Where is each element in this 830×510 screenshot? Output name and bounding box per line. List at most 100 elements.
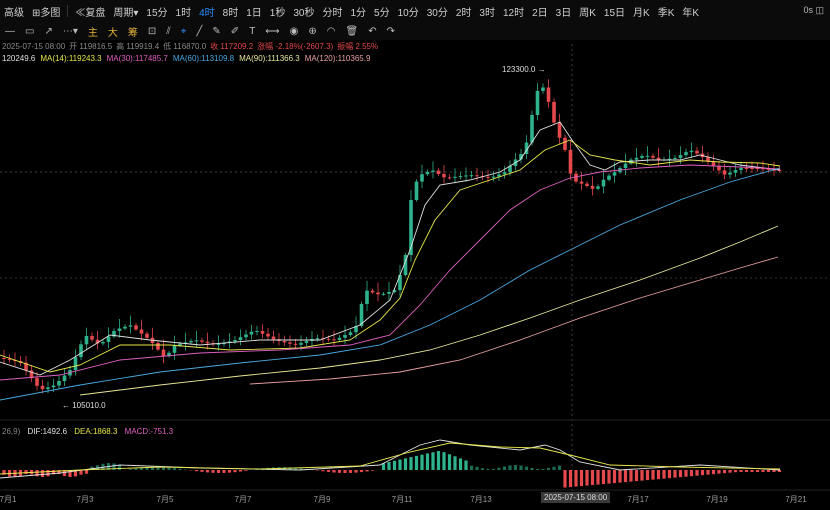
candle-body bbox=[530, 115, 534, 143]
candle-body bbox=[266, 333, 270, 337]
candle-body bbox=[244, 334, 248, 338]
candle-body bbox=[717, 166, 721, 171]
candle-body bbox=[40, 385, 45, 390]
candle-body bbox=[491, 176, 496, 178]
macd-bar bbox=[200, 470, 204, 472]
candle-body bbox=[189, 341, 193, 343]
macd-bar bbox=[513, 465, 518, 470]
macd-bar bbox=[755, 470, 760, 472]
macd-bar bbox=[68, 470, 72, 477]
x-tick-label: 7月11 bbox=[391, 495, 413, 504]
macd-bar bbox=[706, 470, 710, 475]
candle-body bbox=[348, 332, 353, 335]
macd-bar bbox=[607, 470, 611, 484]
macd-bar bbox=[689, 470, 694, 477]
candle-body bbox=[431, 170, 435, 172]
macd-bar bbox=[508, 465, 512, 470]
macd-bar bbox=[579, 470, 584, 487]
ma14-line bbox=[0, 139, 781, 373]
macd-bar bbox=[684, 470, 688, 477]
macd-bar bbox=[387, 462, 391, 470]
macd-bar bbox=[497, 467, 501, 470]
candle-body bbox=[585, 183, 589, 186]
candle-body bbox=[90, 336, 94, 340]
macd-bar bbox=[744, 470, 749, 472]
x-tick-label: 7月19 bbox=[706, 495, 728, 504]
high-annotation: 123300.0 → bbox=[502, 65, 546, 74]
candle-body bbox=[376, 292, 380, 295]
macd-bar bbox=[354, 470, 358, 473]
macd-bar bbox=[640, 470, 644, 481]
candle-body bbox=[62, 375, 67, 381]
candle-body bbox=[568, 150, 573, 174]
candle-body bbox=[420, 174, 424, 182]
macd-bar bbox=[211, 470, 215, 473]
candle-body bbox=[442, 174, 446, 178]
candle-body bbox=[612, 172, 617, 176]
candle-body bbox=[255, 331, 259, 332]
macd-bar bbox=[486, 468, 490, 470]
crosshair-time-label: 2025-07-15 08:00 bbox=[541, 492, 611, 503]
candle-body bbox=[689, 150, 694, 153]
ma30-line bbox=[0, 164, 781, 381]
candle-body bbox=[337, 337, 342, 340]
candle-body bbox=[134, 325, 138, 330]
candle-body bbox=[233, 340, 237, 342]
candle-body bbox=[332, 339, 336, 341]
macd-bar bbox=[678, 470, 683, 478]
macd-bar bbox=[596, 470, 600, 485]
macd-bar bbox=[425, 453, 430, 470]
candle-body bbox=[123, 326, 127, 329]
macd-bar bbox=[409, 457, 413, 470]
candle-body bbox=[200, 340, 204, 342]
x-tick-label: 7月13 bbox=[470, 495, 492, 504]
candle-body bbox=[541, 87, 545, 91]
macd-bar bbox=[343, 470, 347, 473]
macd-bar bbox=[761, 470, 765, 472]
candle-body bbox=[73, 357, 78, 370]
macd-bar bbox=[552, 466, 556, 470]
candle-body bbox=[84, 336, 89, 345]
candle-body bbox=[722, 170, 727, 175]
candle-body bbox=[469, 175, 474, 177]
macd-bar bbox=[618, 470, 622, 483]
candle-body bbox=[172, 345, 177, 353]
macd-bar bbox=[442, 452, 446, 470]
macd-bar bbox=[40, 470, 45, 477]
candle-body bbox=[304, 340, 309, 343]
candle-body bbox=[101, 342, 105, 344]
x-tick-label: 7月1 bbox=[0, 495, 17, 504]
candle-body bbox=[238, 337, 243, 340]
candle-body bbox=[486, 176, 490, 178]
candle-body bbox=[260, 331, 265, 334]
macd-params: 26,9) bbox=[2, 427, 21, 436]
candle-body bbox=[502, 172, 507, 175]
macd-dea: DEA:1868.3 bbox=[74, 427, 118, 436]
macd-bar bbox=[519, 465, 523, 470]
macd-bar bbox=[656, 470, 661, 480]
macd-bar bbox=[673, 470, 677, 478]
macd-bar bbox=[216, 470, 221, 473]
candle-body bbox=[447, 177, 452, 179]
low-annotation: ← 105010.0 bbox=[62, 401, 106, 410]
candle-body bbox=[684, 152, 688, 156]
candle-body bbox=[145, 333, 149, 338]
macd-bar bbox=[568, 470, 573, 488]
macd-bar bbox=[491, 468, 496, 470]
candle-body bbox=[57, 381, 61, 386]
macd-bar bbox=[750, 470, 754, 472]
macd-bar bbox=[530, 468, 534, 470]
macd-bar bbox=[24, 470, 28, 475]
candle-body bbox=[623, 163, 628, 168]
candle-body bbox=[607, 175, 611, 180]
candle-body bbox=[194, 340, 199, 342]
candle-body bbox=[249, 331, 254, 335]
ma60-line bbox=[0, 167, 781, 401]
candle-body bbox=[156, 343, 160, 350]
macd-bar bbox=[167, 467, 171, 470]
macd-bar bbox=[436, 451, 441, 470]
macd-bar bbox=[332, 470, 336, 473]
macd-bar bbox=[695, 470, 699, 476]
candle-body bbox=[35, 378, 39, 386]
candle-body bbox=[651, 155, 655, 158]
